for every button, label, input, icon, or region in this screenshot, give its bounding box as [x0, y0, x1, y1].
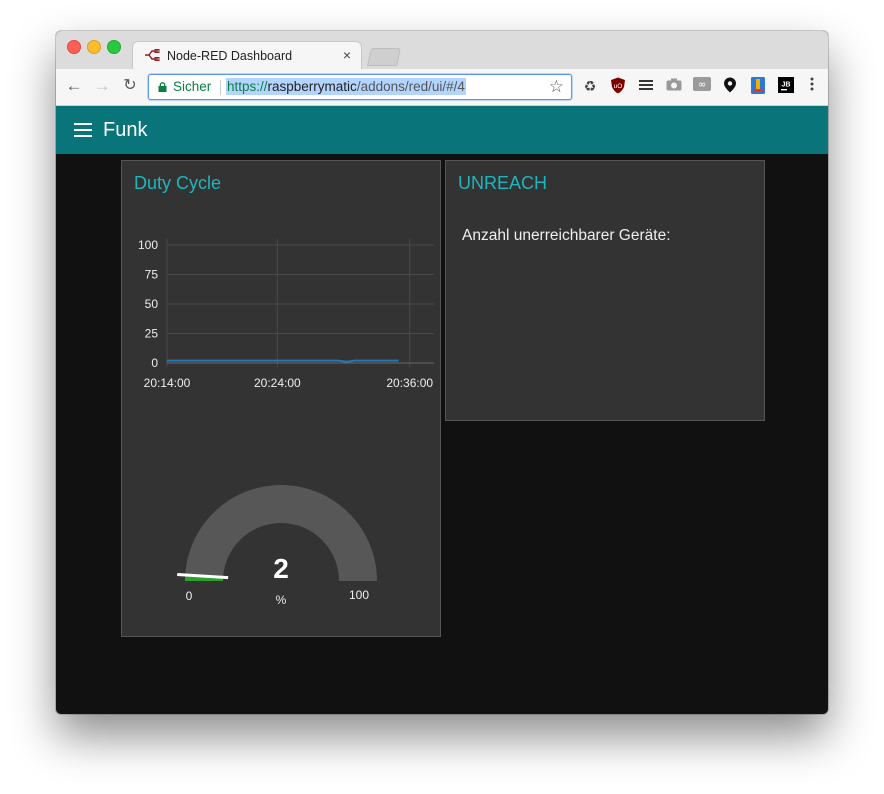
url-path: /addons/red/ui/#/4 — [356, 79, 465, 94]
duty-cycle-gauge: 2% 0 100 — [177, 485, 377, 607]
unreach-text: Anzahl unerreichbarer Geräte: — [462, 227, 671, 244]
menu-icon[interactable] — [74, 123, 92, 137]
ublock-icon[interactable]: uO — [609, 77, 627, 95]
infinity-icon[interactable]: ∞ — [693, 77, 711, 95]
svg-text:∞: ∞ — [698, 80, 706, 91]
bookmark-icon[interactable] — [749, 77, 767, 95]
reload-icon[interactable]: ↻ — [121, 77, 139, 95]
browser-window: Node-RED Dashboard × ← → ↻ Sicher https:… — [56, 31, 828, 714]
url-text[interactable]: https://raspberrymatic/addons/red/ui/#/4 — [226, 78, 466, 95]
more-vert-icon[interactable] — [803, 77, 821, 95]
address-divider — [220, 80, 221, 95]
back-arrow-icon[interactable]: ← — [65, 77, 83, 95]
page-title: Funk — [103, 119, 148, 141]
gauge-max-label: 100 — [349, 588, 369, 602]
address-bar[interactable]: Sicher https://raspberrymatic/addons/red… — [148, 74, 572, 100]
unreach-title: UNREACH — [458, 173, 548, 193]
url-scheme: https:// — [227, 79, 268, 94]
maximize-window-button[interactable] — [107, 40, 121, 54]
duty-cycle-card: Duty Cycle 0 25 50 75 100 20:14:00 20:24:00 20:… — [121, 160, 441, 637]
forward-arrow-icon[interactable]: → — [93, 77, 111, 95]
lock-icon — [158, 82, 167, 92]
url-host: raspberrymatic — [267, 79, 357, 94]
new-tab-button[interactable] — [367, 48, 401, 66]
close-window-button[interactable] — [67, 40, 81, 54]
app-header: Funk — [56, 106, 828, 154]
title-bar: Node-RED Dashboard × — [56, 31, 828, 69]
secure-label: Sicher — [173, 79, 212, 94]
browser-tab[interactable]: Node-RED Dashboard × — [132, 41, 362, 69]
minimize-window-button[interactable] — [87, 40, 101, 54]
unreach-card: UNREACH Anzahl unerreichbarer Geräte: — [445, 160, 765, 421]
menu-lines-icon[interactable] — [637, 77, 655, 95]
recycle-icon[interactable]: ♻ — [581, 77, 599, 95]
node-red-icon — [145, 49, 160, 61]
star-icon[interactable]: ☆ — [549, 77, 564, 97]
gauge-value: 2 — [273, 553, 289, 584]
svg-text:uO: uO — [614, 83, 623, 90]
camera-icon[interactable] — [665, 77, 683, 95]
pin-icon[interactable] — [721, 77, 739, 95]
tab-close-icon[interactable]: × — [343, 47, 351, 63]
gauge-unit: % — [276, 593, 287, 607]
tab-title: Node-RED Dashboard — [167, 49, 293, 63]
jb-icon[interactable]: JB — [777, 77, 795, 95]
svg-text:JB: JB — [782, 82, 791, 89]
browser-toolbar: ← → ↻ Sicher https://raspberrymatic/addo… — [56, 69, 828, 106]
gauge-min-label: 0 — [186, 589, 193, 603]
